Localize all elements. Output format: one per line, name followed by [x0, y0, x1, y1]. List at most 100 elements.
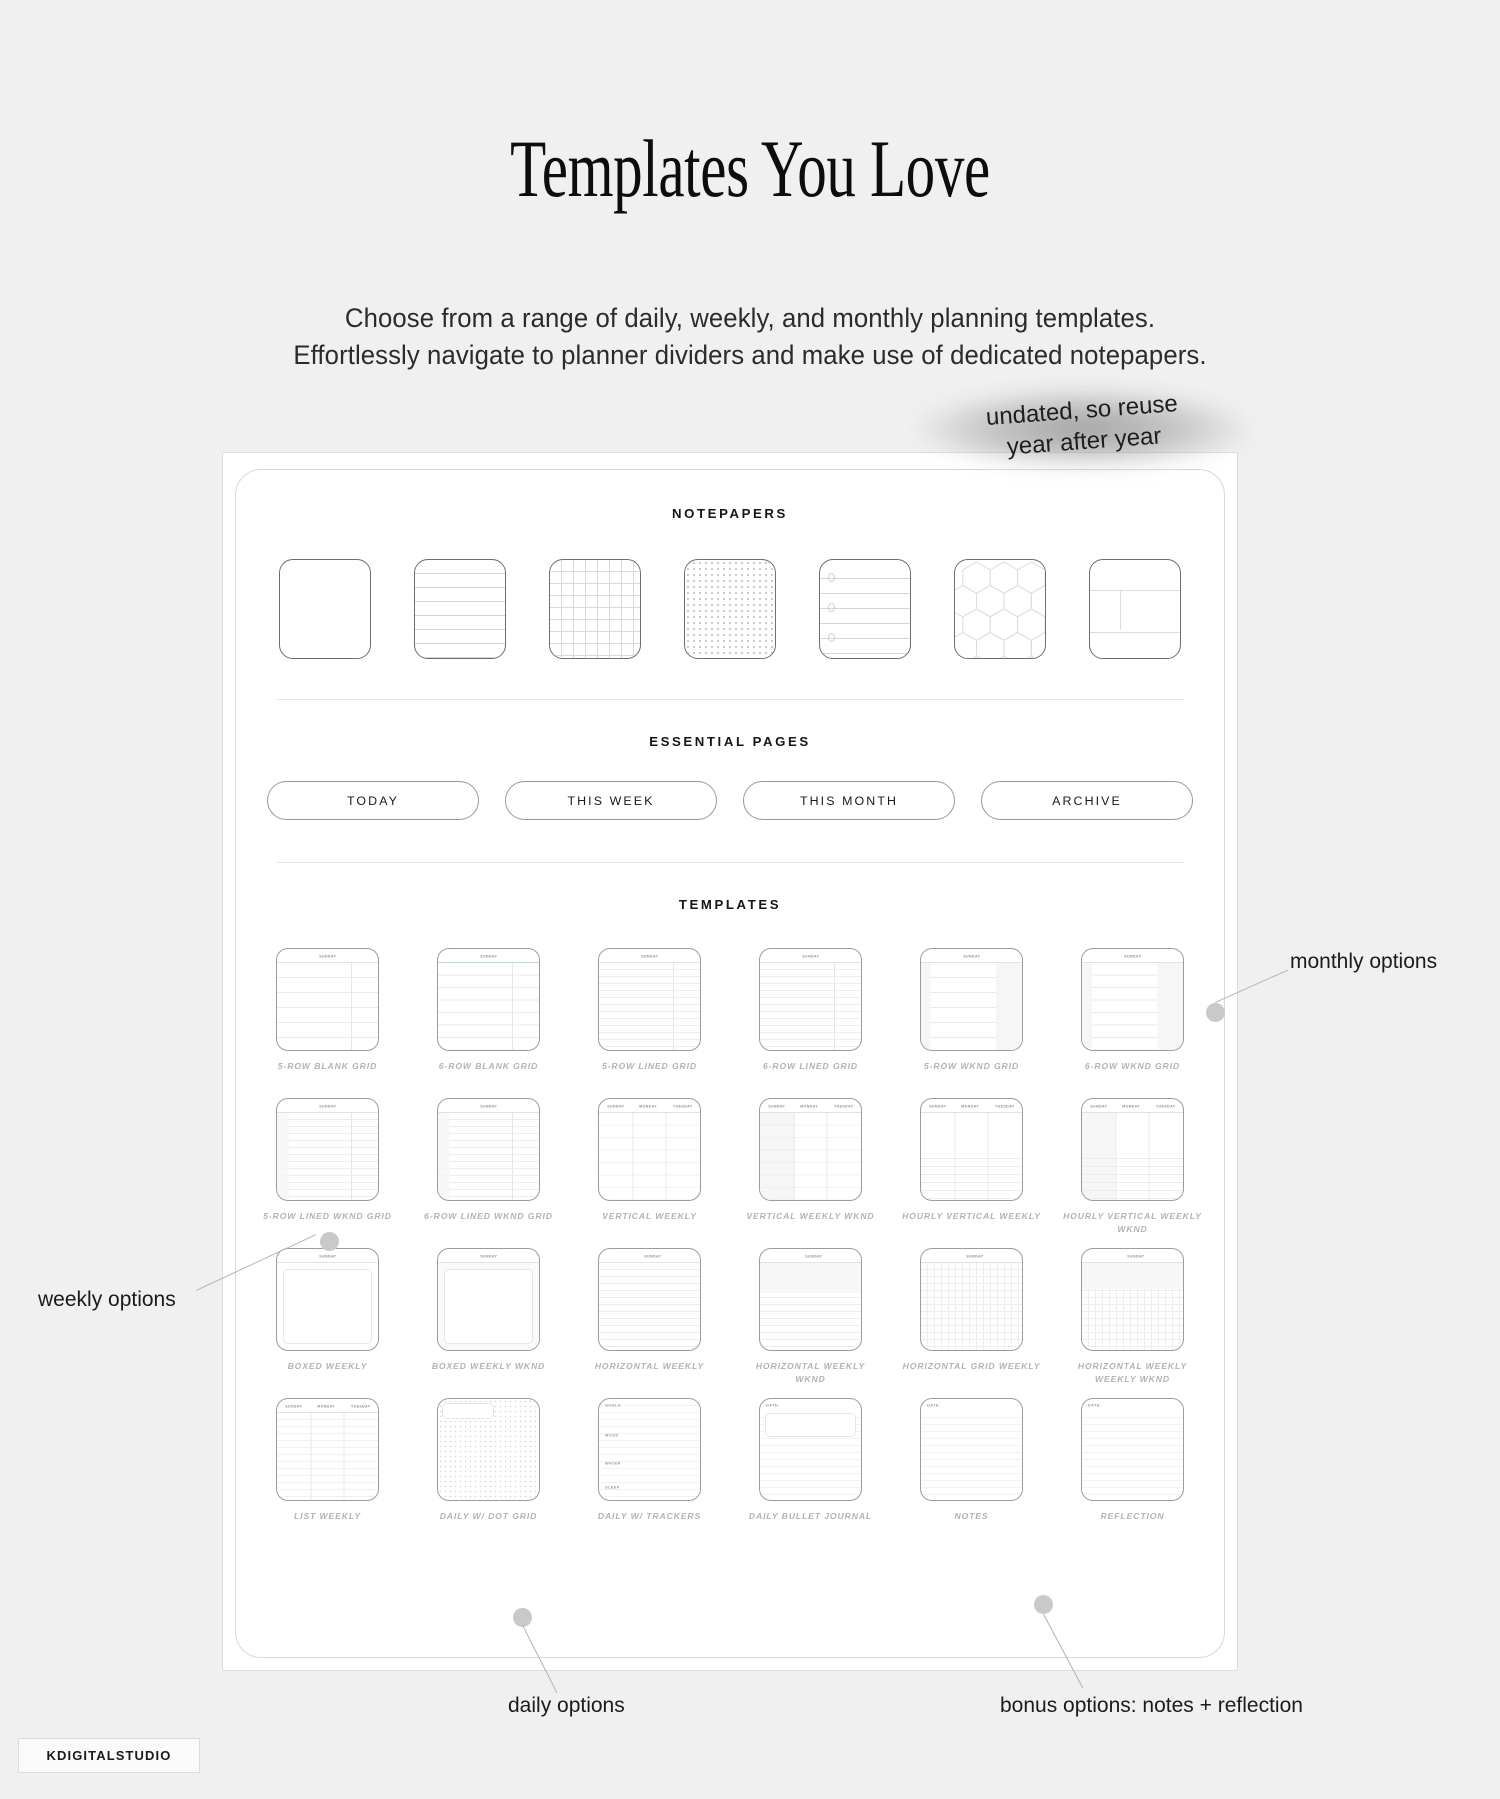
template-cell[interactable]: SUNDAY MONDAY TUESDAY HOURLY VERTICAL WEEKL…	[902, 1098, 1041, 1236]
page-subtitle: Choose from a range of daily, weekly, an…	[23, 300, 1478, 373]
template-label: 6-ROW BLANK GRID	[438, 1061, 539, 1071]
template-thumbnail[interactable]: SUNDAY	[1081, 948, 1184, 1051]
template-cell[interactable]: SUNDAY 5-ROW BLANK GRID	[258, 948, 397, 1086]
template-cell[interactable]: SUNDAY 6-ROW BLANK GRID	[419, 948, 558, 1086]
template-label: HOURLY VERTICAL WEEKLY	[902, 1211, 1041, 1221]
notepaper-checklist[interactable]	[819, 559, 911, 659]
template-label: 5-ROW LINED GRID	[601, 1061, 698, 1071]
template-cell[interactable]: DAILY W/ DOT GRID	[419, 1398, 558, 1536]
template-thumbnail[interactable]: SUNDAY MONDAY TUESDAY	[759, 1098, 862, 1201]
checklist-pattern	[820, 560, 910, 658]
template-thumbnail[interactable]: SUNDAY	[437, 1098, 540, 1201]
template-cell[interactable]: SUNDAY HORIZONTAL WEEKLY	[580, 1248, 719, 1386]
template-cell[interactable]: SUNDAY BOXED WEEKLY	[258, 1248, 397, 1386]
template-thumbnail[interactable]: SUNDAY	[759, 948, 862, 1051]
hexagon-pattern	[955, 560, 1045, 658]
notepaper-dotted[interactable]	[684, 559, 776, 659]
template-label: VERTICAL WEEKLY	[602, 1211, 697, 1221]
template-label: DAILY W/ DOT GRID	[439, 1511, 538, 1521]
template-thumbnail[interactable]: DATE:	[759, 1398, 862, 1501]
notepaper-blank[interactable]	[279, 559, 371, 659]
essential-pages-section: ESSENTIAL PAGES TODAY THIS WEEK THIS MON…	[236, 700, 1224, 862]
annotation-bonus-options: bonus options: notes + reflection	[1000, 1694, 1303, 1717]
subtitle-line-2: Effortlessly navigate to planner divider…	[293, 339, 1207, 370]
template-cell[interactable]: SUNDAY MONDAY TUESDAY VERTICAL WEEKLY	[580, 1098, 719, 1236]
template-cell[interactable]: SUNDAY HORIZONTAL WEEKLY WEEKLY WKND	[1063, 1248, 1202, 1386]
template-label: 5-ROW WKND GRID	[923, 1061, 1020, 1071]
template-cell[interactable]: SUNDAY MONDAY TUESDAY VERTICAL WEEKLY WKND	[741, 1098, 880, 1236]
template-label: DAILY BULLET JOURNAL	[748, 1511, 873, 1521]
template-thumbnail[interactable]: SUNDAY	[759, 1248, 862, 1351]
notepaper-hexagon[interactable]	[954, 559, 1046, 659]
template-cell[interactable]: SUNDAY 5-ROW LINED WKND GRID	[258, 1098, 397, 1236]
template-label: BOXED WEEKLY WKND	[431, 1361, 546, 1371]
template-cell[interactable]: SUNDAY 6-ROW LINED WKND GRID	[419, 1098, 558, 1236]
essential-page-this-week[interactable]: THIS WEEK	[505, 781, 717, 820]
template-cell[interactable]: SUNDAY 6-ROW WKND GRID	[1063, 948, 1202, 1086]
template-thumbnail[interactable]: SUNDAY	[920, 1248, 1023, 1351]
template-thumbnail[interactable]: GOALS MOOD WATER SLEEP	[598, 1398, 701, 1501]
template-thumbnail[interactable]: SUNDAY	[276, 1248, 379, 1351]
annotation-dot-monthly	[1206, 1003, 1225, 1022]
templates-heading: TEMPLATES	[678, 897, 782, 912]
template-label: BOXED WEEKLY	[287, 1361, 368, 1371]
template-thumbnail[interactable]: SUNDAY	[276, 1098, 379, 1201]
template-label: LIST WEEKLY	[293, 1511, 362, 1521]
template-thumbnail[interactable]: SUNDAY	[598, 948, 701, 1051]
split-pattern	[1090, 560, 1180, 658]
template-label: 5-ROW BLANK GRID	[277, 1061, 378, 1071]
template-label: HORIZONTAL WEEKLY WEEKLY WKND	[1077, 1361, 1188, 1384]
preview-card-inner: NOTEPAPERS ESSENTIAL PAGES TODAY THIS WE…	[235, 469, 1225, 1658]
template-label: DAILY W/ TRACKERS	[597, 1511, 702, 1521]
template-thumbnail[interactable]: SUNDAY	[920, 948, 1023, 1051]
template-label: 6-ROW LINED GRID	[762, 1061, 859, 1071]
template-thumbnail[interactable]: SUNDAY MONDAY TUESDAY	[276, 1398, 379, 1501]
template-cell[interactable]: DATE: REFLECTION	[1063, 1398, 1202, 1536]
essential-pages-heading: ESSENTIAL PAGES	[649, 734, 811, 749]
template-cell[interactable]: SUNDAY 6-ROW LINED GRID	[741, 948, 880, 1086]
essential-page-today[interactable]: TODAY	[267, 781, 479, 820]
template-label: HORIZONTAL WEEKLY WKND	[755, 1361, 866, 1384]
template-cell[interactable]: SUNDAY MONDAY TUESDAY HOURLY VERTICAL WEEKL…	[1063, 1098, 1202, 1236]
annotation-dot-weekly	[320, 1232, 339, 1251]
template-thumbnail[interactable]: SUNDAY MONDAY TUESDAY	[920, 1098, 1023, 1201]
template-cell[interactable]: GOALS MOOD WATER SLEEP DAILY W/ TRACKERS	[580, 1398, 719, 1536]
template-thumbnail[interactable]: DATE:	[920, 1398, 1023, 1501]
notepaper-grid[interactable]	[549, 559, 641, 659]
dot-pattern	[685, 560, 775, 658]
template-cell[interactable]: SUNDAY MONDAY TUESDAY LIST WEEKLY	[258, 1398, 397, 1536]
essential-page-this-month[interactable]: THIS MONTH	[743, 781, 955, 820]
template-thumbnail[interactable]: SUNDAY	[1081, 1248, 1184, 1351]
template-thumbnail[interactable]: SUNDAY	[598, 1248, 701, 1351]
template-thumbnail[interactable]: DATE:	[1081, 1398, 1184, 1501]
template-cell[interactable]: SUNDAY 5-ROW WKND GRID	[902, 948, 1041, 1086]
template-cell[interactable]: DATE: DAILY BULLET JOURNAL	[741, 1398, 880, 1536]
template-cell[interactable]: DATE: NOTES	[902, 1398, 1041, 1536]
template-label: HOURLY VERTICAL WEEKLY WKND	[1063, 1211, 1202, 1234]
notepapers-section: NOTEPAPERS	[236, 470, 1224, 699]
template-thumbnail[interactable]: SUNDAY	[276, 948, 379, 1051]
annotation-monthly-options: monthly options	[1290, 950, 1438, 973]
preview-card: NOTEPAPERS ESSENTIAL PAGES TODAY THIS WE…	[222, 452, 1238, 1671]
templates-section: TEMPLATES SUNDAY 5-ROW BLANK GRID SUNDAY 6-…	[236, 863, 1224, 1554]
template-thumbnail[interactable]: SUNDAY MONDAY TUESDAY	[1081, 1098, 1184, 1201]
template-cell[interactable]: SUNDAY HORIZONTAL WEEKLY WKND	[741, 1248, 880, 1386]
annotation-weekly-options: weekly options	[38, 1288, 176, 1311]
essential-pages-row: TODAY THIS WEEK THIS MONTH ARCHIVE	[236, 781, 1224, 862]
template-label: REFLECTION	[1100, 1511, 1165, 1521]
template-thumbnail[interactable]	[437, 1398, 540, 1501]
annotation-dot-bonus	[1034, 1595, 1053, 1614]
template-thumbnail[interactable]: SUNDAY	[437, 948, 540, 1051]
template-thumbnail[interactable]: SUNDAY	[437, 1248, 540, 1351]
lined-pattern	[415, 560, 505, 658]
template-cell[interactable]: SUNDAY HORIZONTAL GRID WEEKLY	[902, 1248, 1041, 1386]
template-cell[interactable]: SUNDAY 5-ROW LINED GRID	[580, 948, 719, 1086]
template-cell[interactable]: SUNDAY BOXED WEEKLY WKND	[419, 1248, 558, 1386]
notepaper-lined[interactable]	[414, 559, 506, 659]
templates-grid: SUNDAY 5-ROW BLANK GRID SUNDAY 6-ROW BLANK …	[236, 948, 1224, 1554]
notepaper-split[interactable]	[1089, 559, 1181, 659]
template-label: NOTES	[954, 1511, 989, 1521]
template-label: 6-ROW WKND GRID	[1084, 1061, 1181, 1071]
essential-page-archive[interactable]: ARCHIVE	[981, 781, 1193, 820]
template-thumbnail[interactable]: SUNDAY MONDAY TUESDAY	[598, 1098, 701, 1201]
